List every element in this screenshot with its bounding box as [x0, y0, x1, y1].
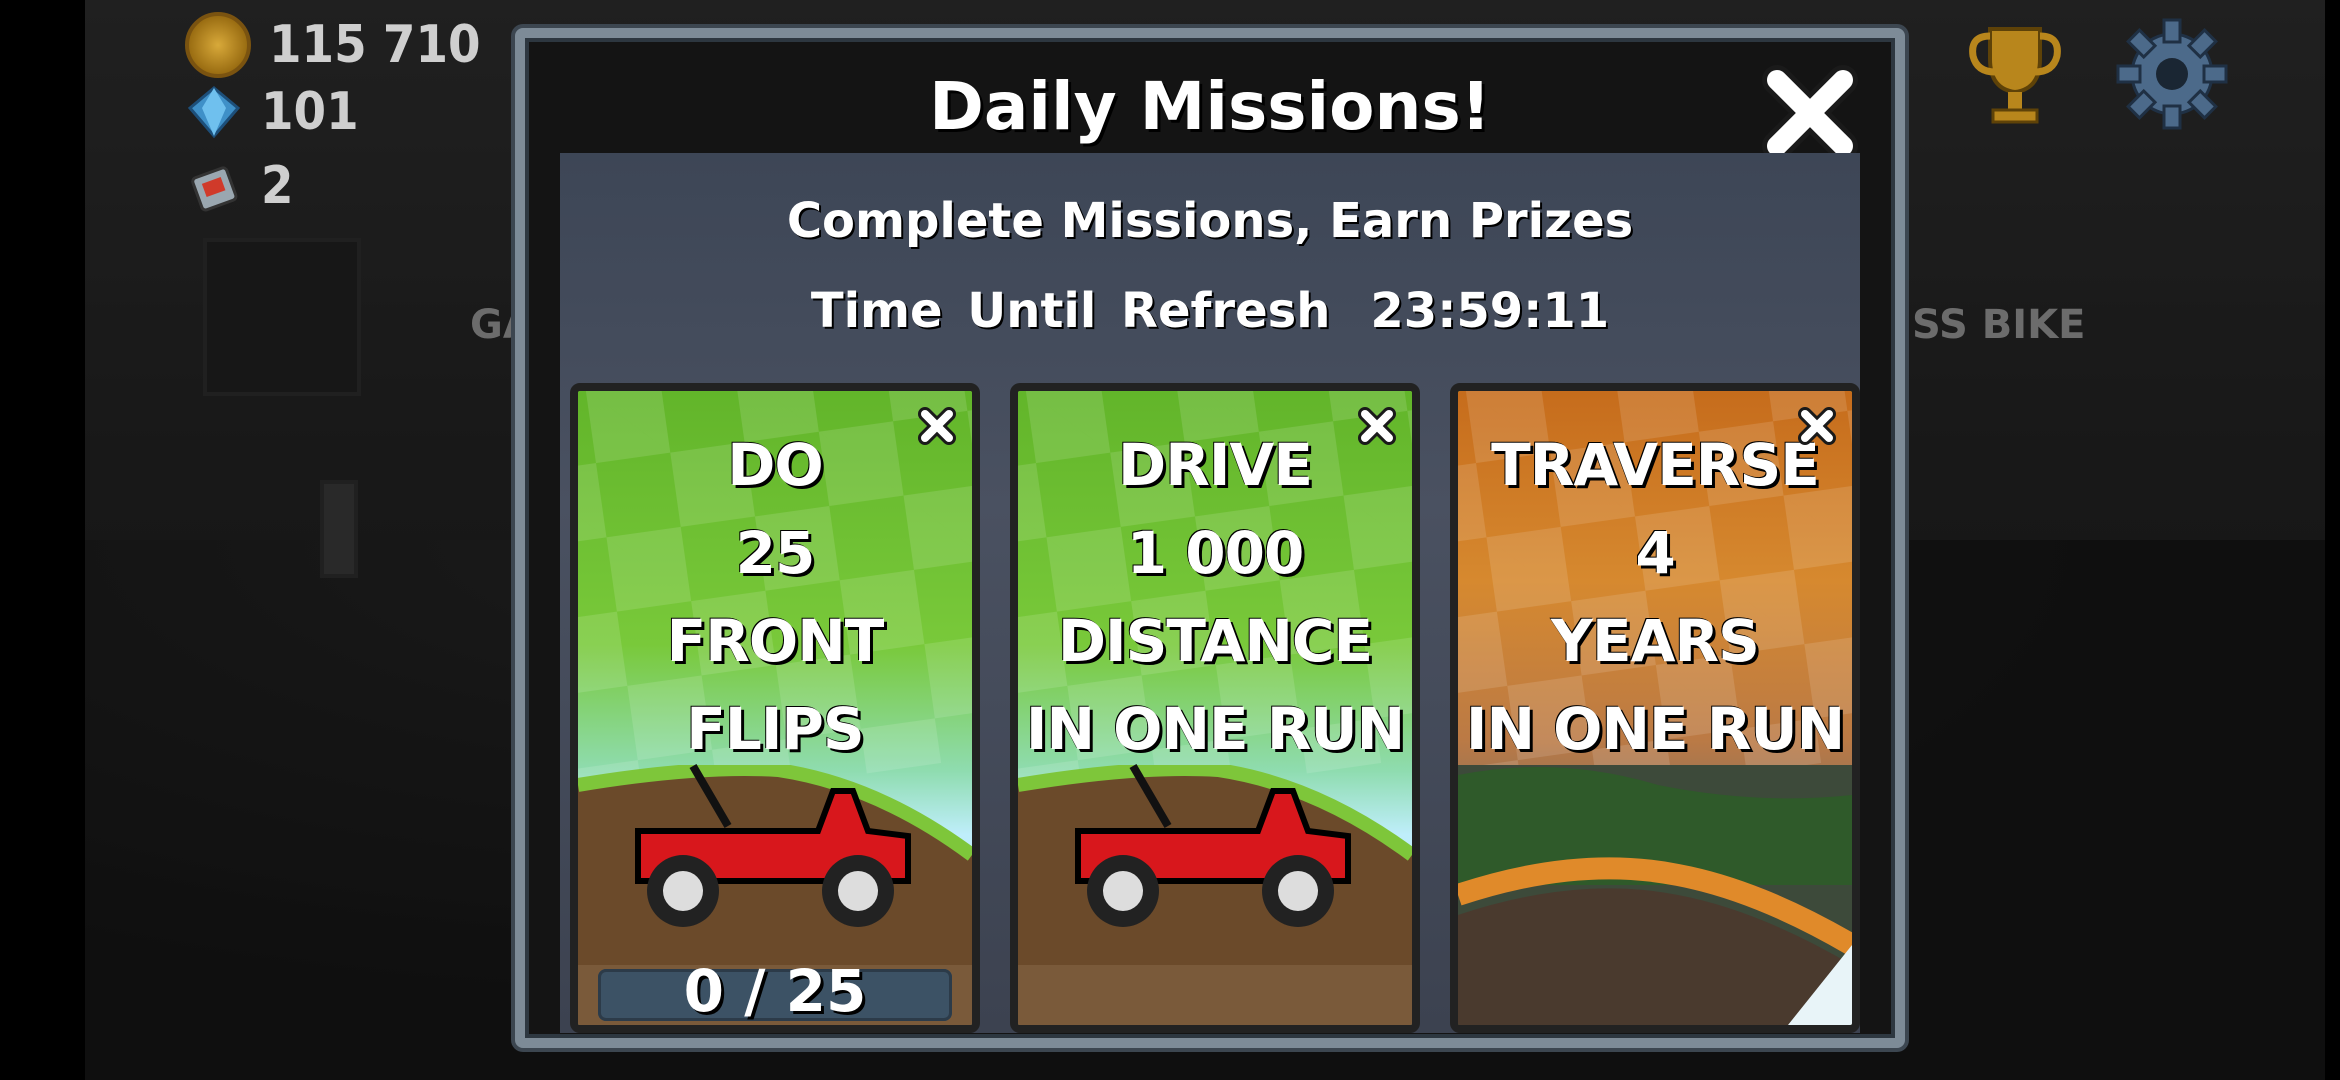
gem-icon	[185, 83, 243, 141]
mountain-scene	[1458, 765, 1852, 1025]
fuel-counter: 2	[185, 156, 294, 216]
mission-card-3[interactable]: TRAVERSE 4 YEARS IN ONE RUN	[1450, 383, 1860, 1033]
refresh-time: 23:59:11	[1370, 283, 1610, 339]
refresh-timer: Time Until Refresh 23:59:11	[560, 283, 1860, 339]
trophy-icon[interactable]	[1955, 14, 2075, 134]
mission-text: DO 25 FRONT FLIPS	[666, 431, 885, 763]
button-left-edge	[320, 480, 358, 578]
red-car-icon	[1075, 763, 1351, 927]
coin-counter: 115 710	[185, 12, 481, 78]
close-icon	[1762, 65, 1858, 161]
missions-panel: Complete Missions, Earn Prizes Time Unti…	[560, 153, 1860, 1033]
mission-card-2[interactable]: DRIVE 1 000 DISTANCE IN ONE RUN	[1010, 383, 1420, 1033]
dialog-title: Daily Missions!	[929, 68, 1491, 145]
coin-amount: 115 710	[269, 15, 481, 75]
mission-cards: DO 25 FRONT FLIPS 0 / 25 DRIVE 1 000 DIS…	[570, 383, 1860, 1033]
gear-icon[interactable]	[2112, 14, 2232, 134]
close-icon	[918, 407, 956, 445]
coin-icon	[185, 12, 251, 78]
fuel-can-icon	[185, 157, 243, 215]
mission-card-1[interactable]: DO 25 FRONT FLIPS 0 / 25	[570, 383, 980, 1033]
red-car-icon	[635, 763, 911, 927]
gem-amount: 101	[261, 82, 359, 142]
close-icon	[1358, 407, 1396, 445]
gem-counter: 101	[185, 82, 359, 142]
fuel-amount: 2	[261, 156, 294, 216]
refresh-label: Time Until Refresh	[810, 283, 1331, 339]
vehicle-card-left	[203, 238, 361, 396]
close-icon	[1798, 407, 1836, 445]
dismiss-mission-button[interactable]	[1356, 405, 1398, 447]
dismiss-mission-button[interactable]	[1796, 405, 1838, 447]
dismiss-mission-button[interactable]	[916, 405, 958, 447]
mission-text: DRIVE 1 000 DISTANCE IN ONE RUN	[1025, 431, 1405, 763]
dialog-subtitle: Complete Missions, Earn Prizes	[786, 193, 1634, 249]
mission-text: TRAVERSE 4 YEARS IN ONE RUN	[1465, 431, 1845, 763]
daily-missions-dialog: Daily Missions! Complete Missions, Earn …	[515, 28, 1905, 1048]
close-button[interactable]	[1755, 58, 1865, 168]
vehicle-label-right: SS BIKE	[1912, 302, 2086, 348]
mission-progress-text: 0 / 25	[683, 957, 867, 1025]
